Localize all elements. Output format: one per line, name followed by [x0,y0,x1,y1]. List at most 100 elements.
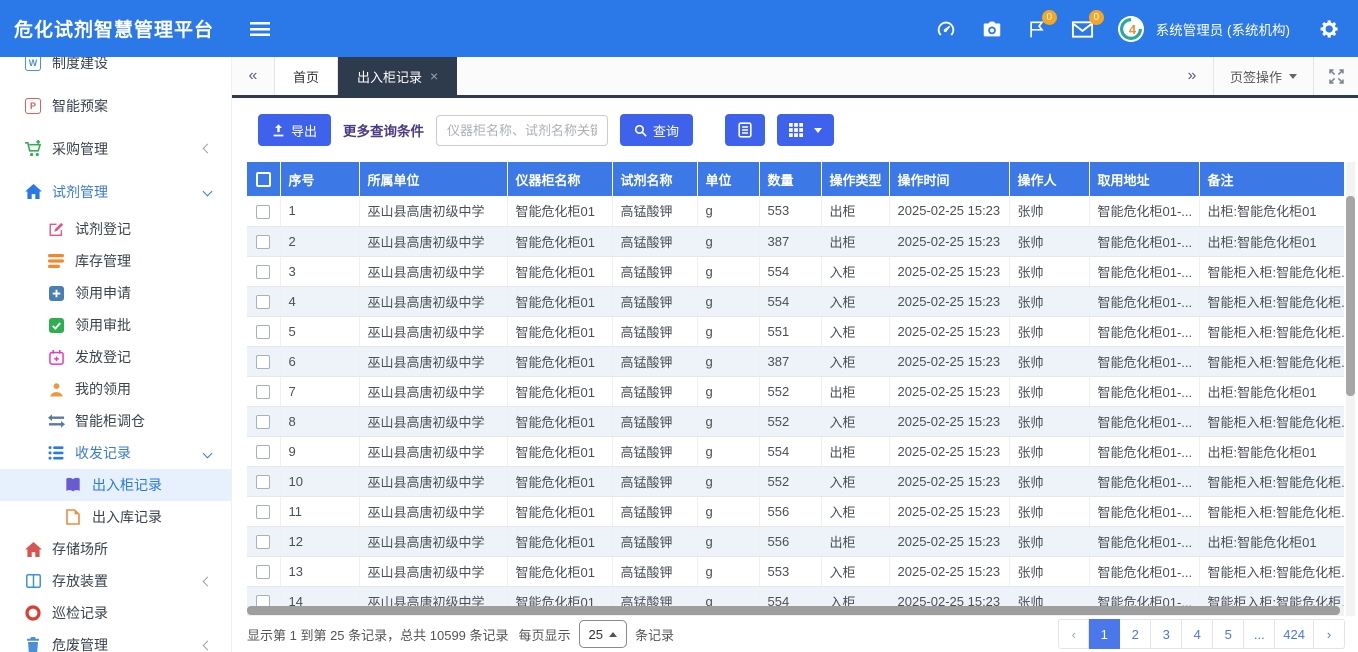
cell-op_time: 2025-02-25 15:23 [889,466,1009,496]
cell-address: 智能危化柜01-... [1089,526,1199,556]
pagination-prev[interactable]: ‹ [1058,619,1089,649]
cell-seq: 1 [280,196,359,226]
sidebar-item-12[interactable]: 收发记录 [0,437,231,469]
camera-icon[interactable] [981,18,1003,40]
row-checkbox[interactable] [256,265,270,279]
sidebar-item-11[interactable]: 智能柜调仓 [0,405,231,437]
cell-org: 巫山县高唐初级中学 [359,496,507,526]
sidebar-item-3[interactable]: 采购管理 [0,127,231,170]
pagination-page-5[interactable]: 5 [1213,619,1244,649]
select-all-checkbox[interactable] [256,172,271,187]
row-checkbox[interactable] [256,565,270,579]
row-checkbox[interactable] [256,295,270,309]
cell-address: 智能危化柜01-... [1089,196,1199,226]
list-blue-icon [45,446,67,460]
cell-cabinet: 智能危化柜01 [507,526,612,556]
cell-reagent: 高锰酸钾 [612,526,697,556]
tabs-scroll-right-icon[interactable]: » [1171,57,1213,95]
sidebar-item-4[interactable]: 试剂管理 [0,170,231,213]
columns-toggle-button[interactable] [777,114,834,146]
query-button[interactable]: 查询 [620,114,693,146]
card-view-button[interactable] [725,114,765,146]
horizontal-scrollbar[interactable] [247,606,1344,615]
row-checkbox[interactable] [256,505,270,519]
cell-remark: 出柜:智能危化柜01 [1199,196,1344,226]
cell-op_type: 入柜 [821,346,889,376]
sidebar-item-6[interactable]: 库存管理 [0,245,231,277]
settings-gear-icon[interactable] [1318,18,1340,40]
row-checkbox[interactable] [256,205,270,219]
pagination-page-3[interactable]: 3 [1151,619,1182,649]
mail-icon[interactable]: 0 [1071,19,1094,39]
cell-address: 智能危化柜01-... [1089,316,1199,346]
page-size-select[interactable]: 25 [579,620,627,648]
fullscreen-icon[interactable] [1314,57,1358,95]
cell-op_time: 2025-02-25 15:23 [889,196,1009,226]
horizontal-scrollbar-thumb[interactable] [247,606,1340,615]
cell-remark: 智能柜入柜:智能危化柜... [1199,286,1344,316]
chevron-down-icon [1289,74,1297,79]
cell-unit: g [697,466,759,496]
cell-unit: g [697,496,759,526]
tab-cabinet-records[interactable]: 出入柜记录 × [338,57,457,95]
tab-close-icon[interactable]: × [430,68,438,84]
avatar[interactable]: 4 [1118,16,1144,42]
cell-reagent: 高锰酸钾 [612,406,697,436]
sidebar-item-8[interactable]: 领用审批 [0,309,231,341]
row-checkbox[interactable] [256,535,270,549]
hamburger-menu-icon[interactable] [250,22,270,36]
flag-icon[interactable]: 0 [1027,19,1047,39]
flag-badge: 0 [1042,10,1057,25]
tab-operations-dropdown[interactable]: 页签操作 [1213,57,1314,95]
row-checkbox[interactable] [256,235,270,249]
sidebar-item-15[interactable]: 存储场所 [0,533,231,565]
cell-cabinet: 智能危化柜01 [507,466,612,496]
row-select-cell [247,226,280,256]
row-checkbox[interactable] [256,415,270,429]
tab-home[interactable]: 首页 [274,57,338,95]
sidebar-item-2[interactable]: P智能预案 [0,84,231,127]
cell-op_time: 2025-02-25 15:23 [889,226,1009,256]
cell-remark: 出柜:智能危化柜01 [1199,526,1344,556]
pagination-page-2[interactable]: 2 [1120,619,1151,649]
pagination-page-1[interactable]: 1 [1089,619,1120,649]
sidebar-item-label: 制度建设 [52,57,108,73]
cell-unit: g [697,376,759,406]
row-checkbox[interactable] [256,445,270,459]
vertical-scrollbar-thumb[interactable] [1346,196,1355,396]
sidebar-item-10[interactable]: 我的领用 [0,373,231,405]
sidebar-item-7[interactable]: 领用申请 [0,277,231,309]
sidebar-item-18[interactable]: 危废管理 [0,629,231,652]
column-remark: 备注 [1199,162,1344,196]
vertical-scrollbar[interactable] [1346,162,1355,616]
search-input[interactable] [436,115,608,146]
tab-label: 出入柜记录 [357,67,422,86]
row-checkbox[interactable] [256,325,270,339]
row-select-cell [247,316,280,346]
row-checkbox[interactable] [256,385,270,399]
sidebar-item-9[interactable]: 发放登记 [0,341,231,373]
cell-unit: g [697,406,759,436]
row-checkbox[interactable] [256,355,270,369]
tabs-scroll-left-icon[interactable]: « [232,57,274,95]
pagination-page-4[interactable]: 4 [1182,619,1213,649]
pagination-page-424[interactable]: 424 [1275,619,1314,649]
dashboard-icon[interactable] [935,18,957,40]
cell-cabinet: 智能危化柜01 [507,196,612,226]
more-filters-link[interactable]: 更多查询条件 [343,120,424,140]
cell-unit: g [697,436,759,466]
column-select-all[interactable] [247,162,280,196]
sidebar-item-17[interactable]: 巡检记录 [0,597,231,629]
sidebar-item-5[interactable]: 试剂登记 [0,213,231,245]
pagination-ellipsis[interactable]: ... [1244,619,1275,649]
sidebar-item-1[interactable]: W制度建设 [0,57,231,84]
sidebar-item-16[interactable]: 存放装置 [0,565,231,597]
sidebar-item-13[interactable]: 出入柜记录 [0,469,231,501]
sidebar-item-14[interactable]: 出入库记录 [0,501,231,533]
pagination-next[interactable]: › [1314,619,1345,649]
row-checkbox[interactable] [256,475,270,489]
cell-org: 巫山县高唐初级中学 [359,526,507,556]
cell-op_time: 2025-02-25 15:23 [889,556,1009,586]
export-button[interactable]: 导出 [258,114,331,146]
table-row: 9巫山县高唐初级中学智能危化柜01高锰酸钾g554出柜2025-02-25 15… [247,436,1344,466]
